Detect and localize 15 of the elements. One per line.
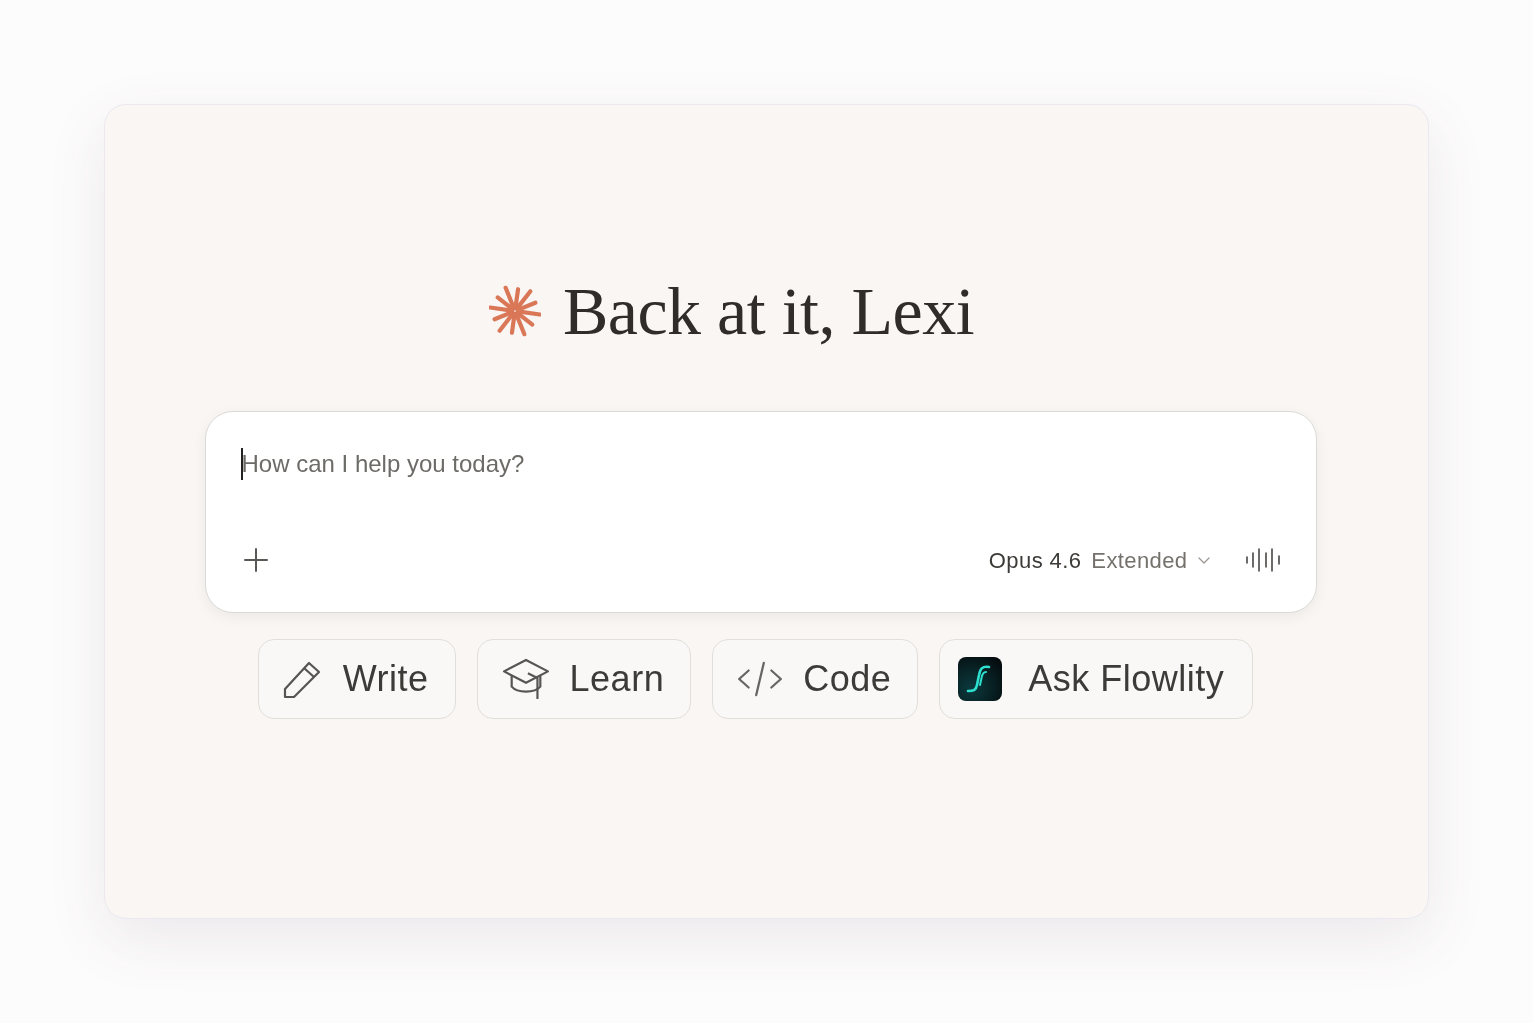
code-icon [737, 661, 784, 697]
greeting-heading: Back at it, Lexi [562, 272, 975, 351]
shortcut-button[interactable]: Write [257, 639, 456, 719]
chevron-down-icon [1197, 556, 1210, 564]
app-logo-icon [958, 657, 1003, 701]
graduation-cap-icon [501, 658, 550, 700]
message-input[interactable]: How can I help you today? [240, 445, 1281, 483]
shortcut-button[interactable]: Code [712, 639, 919, 719]
pencil-icon [282, 659, 323, 699]
shortcut-button[interactable]: Learn [476, 639, 692, 719]
plus-icon [243, 548, 268, 572]
shortcut-button[interactable]: Ask Flowlity [939, 639, 1254, 719]
model-selector[interactable]: Opus 4.6 Extended [988, 540, 1210, 580]
waveform-icon [1245, 548, 1281, 572]
sparkle-icon [488, 285, 541, 337]
